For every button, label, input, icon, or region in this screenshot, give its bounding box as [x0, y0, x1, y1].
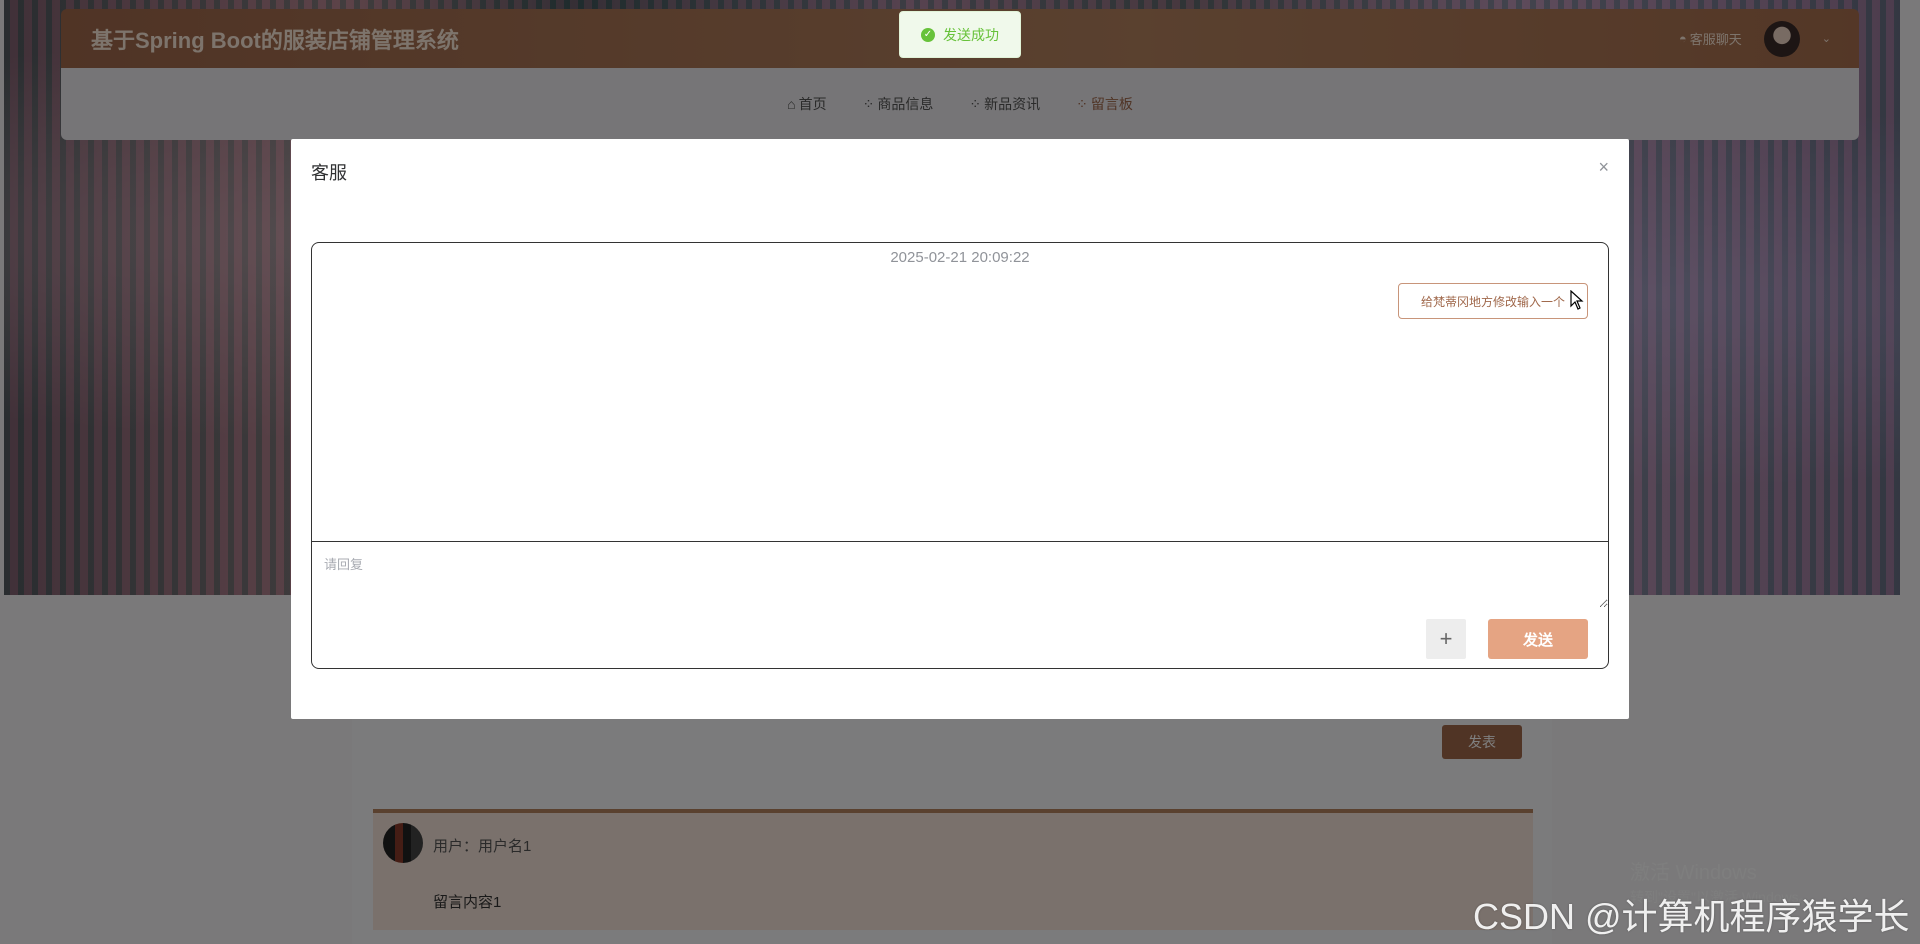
- send-button[interactable]: 发送: [1488, 619, 1588, 659]
- reply-input[interactable]: [312, 542, 1608, 608]
- customer-service-dialog: 客服 × 2025-02-21 20:09:22 给梵蒂冈地方修改输入一个 + …: [291, 139, 1629, 719]
- check-circle-icon: ✓: [921, 27, 935, 42]
- chat-messages[interactable]: 2025-02-21 20:09:22 给梵蒂冈地方修改输入一个: [312, 243, 1608, 542]
- toast-text: 发送成功: [943, 26, 999, 43]
- sent-message-bubble: 给梵蒂冈地方修改输入一个: [1397, 283, 1588, 319]
- dialog-title: 客服: [311, 163, 347, 183]
- success-toast: ✓ 发送成功: [899, 11, 1021, 58]
- chat-box: 2025-02-21 20:09:22 给梵蒂冈地方修改输入一个 + 发送: [311, 242, 1609, 669]
- close-icon[interactable]: ×: [1598, 157, 1609, 178]
- csdn-watermark: CSDN @计算机程序猿学长: [1473, 896, 1910, 937]
- add-attachment-button[interactable]: +: [1426, 619, 1466, 659]
- mouse-cursor-icon: [1570, 290, 1584, 310]
- chat-timestamp: 2025-02-21 20:09:22: [890, 249, 1030, 266]
